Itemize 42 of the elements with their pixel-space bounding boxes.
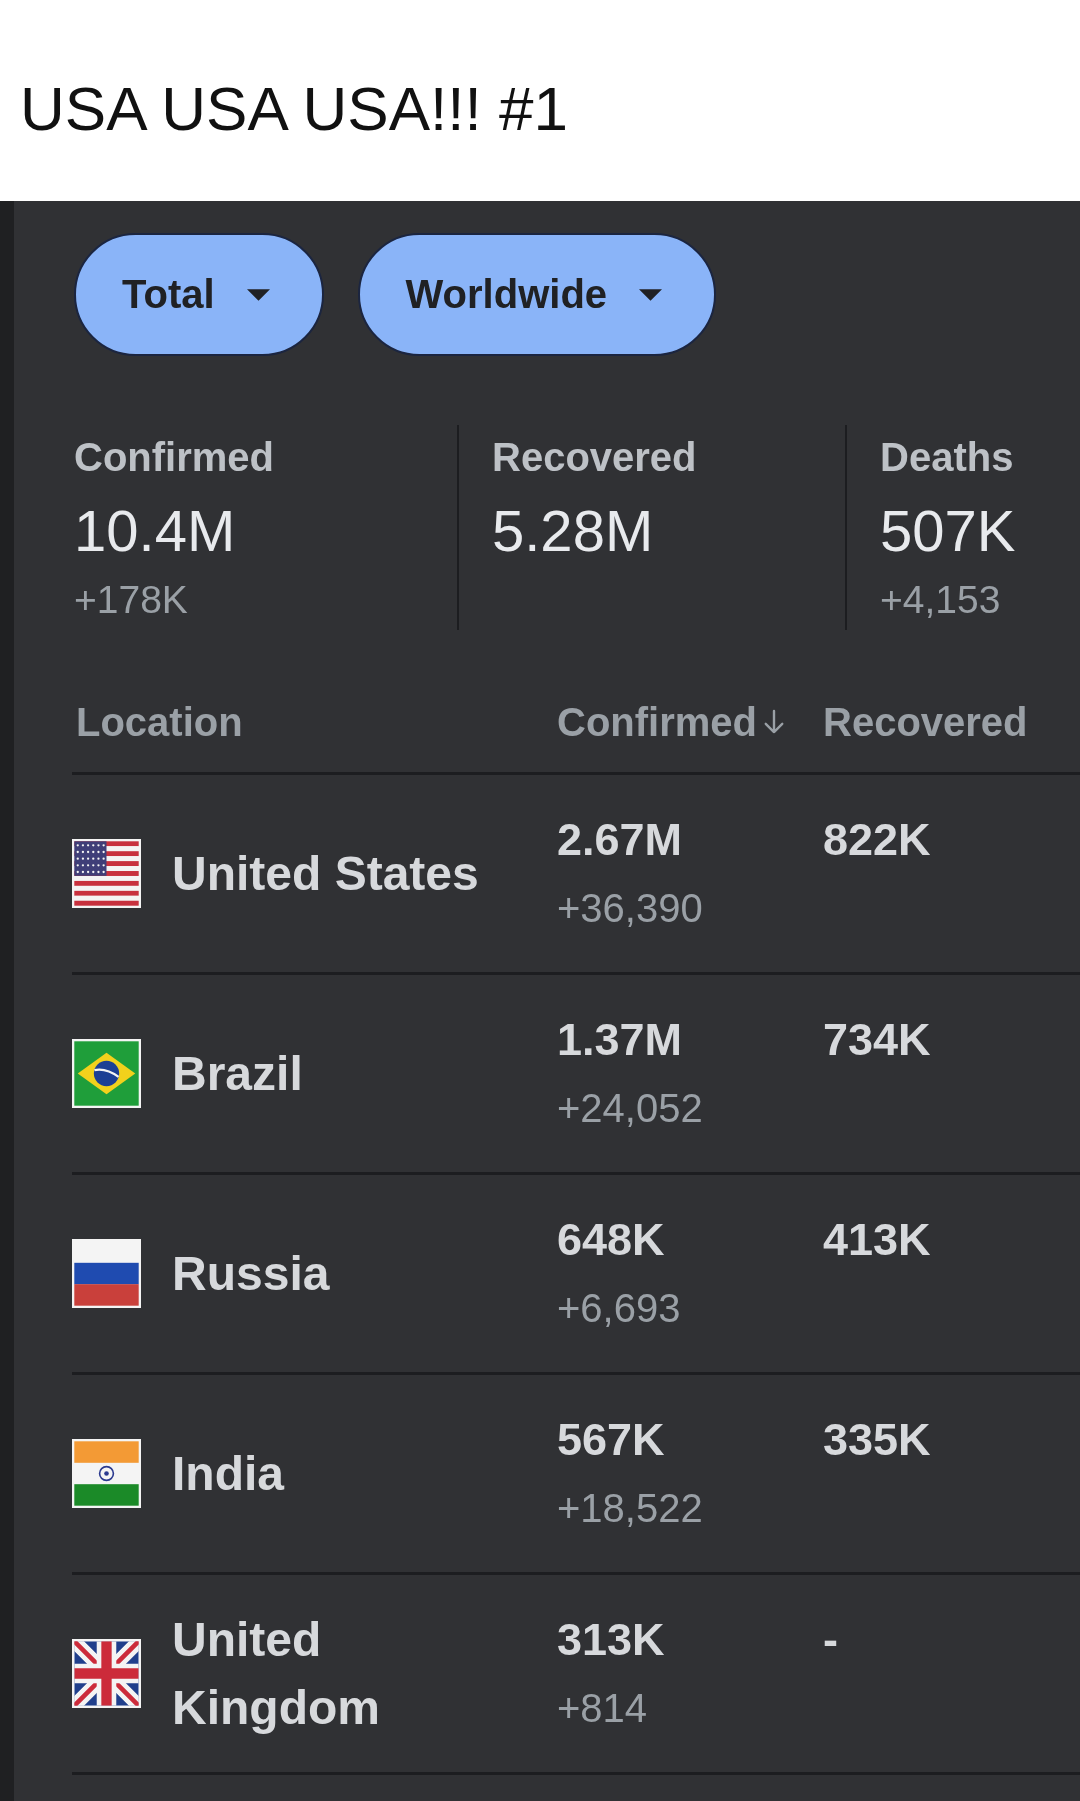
recovered-count: - <box>823 1612 838 1667</box>
confirmed-count: 2.67M <box>557 812 683 867</box>
caret-icon <box>639 288 663 301</box>
stat-change: +178K <box>74 578 188 622</box>
uk-flag-icon <box>72 1639 141 1708</box>
stat-change: +4,153 <box>880 578 1001 622</box>
confirmed-change: +6,693 <box>557 1284 681 1332</box>
confirmed-count: 648K <box>557 1212 665 1267</box>
stat-label: Confirmed <box>74 434 274 481</box>
country-name: Brazil <box>172 1046 303 1100</box>
india-flag-icon <box>72 1439 141 1508</box>
column-header[interactable]: Location <box>76 698 243 746</box>
brazil-flag-icon <box>72 1039 141 1108</box>
country-name: United Kingdom <box>172 1612 380 1734</box>
confirmed-change: +814 <box>557 1684 648 1732</box>
column-header[interactable]: Confirmed <box>557 698 785 746</box>
recovered-count: 822K <box>823 812 931 867</box>
confirmed-count: 1.37M <box>557 1012 683 1067</box>
confirmed-change: +18,522 <box>557 1484 703 1532</box>
stat-label: Deaths <box>880 434 1014 481</box>
filter-dropdown[interactable]: Total <box>74 233 324 356</box>
country-name: Russia <box>172 1246 330 1300</box>
post-caption: USA USA USA!!! #1 <box>20 73 568 145</box>
down-arrow-icon <box>763 709 785 735</box>
confirmed-count: 567K <box>557 1412 665 1467</box>
filter-dropdown[interactable]: Worldwide <box>357 233 717 356</box>
confirmed-change: +24,052 <box>557 1084 703 1132</box>
confirmed-count: 313K <box>557 1612 665 1667</box>
russia-flag-icon <box>72 1239 141 1308</box>
stat-label: Recovered <box>492 434 697 481</box>
recovered-count: 335K <box>823 1412 931 1467</box>
caret-icon <box>246 288 270 301</box>
recovered-count: 413K <box>823 1212 931 1267</box>
column-header[interactable]: Recovered <box>823 698 1028 746</box>
country-name: United States <box>172 846 479 900</box>
country-name: India <box>172 1446 284 1500</box>
stat-value: 507K <box>880 498 1016 564</box>
recovered-count: 734K <box>823 1012 931 1067</box>
stat-value: 10.4M <box>74 498 236 564</box>
stat-value: 5.28M <box>492 498 654 564</box>
confirmed-change: +36,390 <box>557 884 703 932</box>
us-flag-icon <box>72 839 141 908</box>
